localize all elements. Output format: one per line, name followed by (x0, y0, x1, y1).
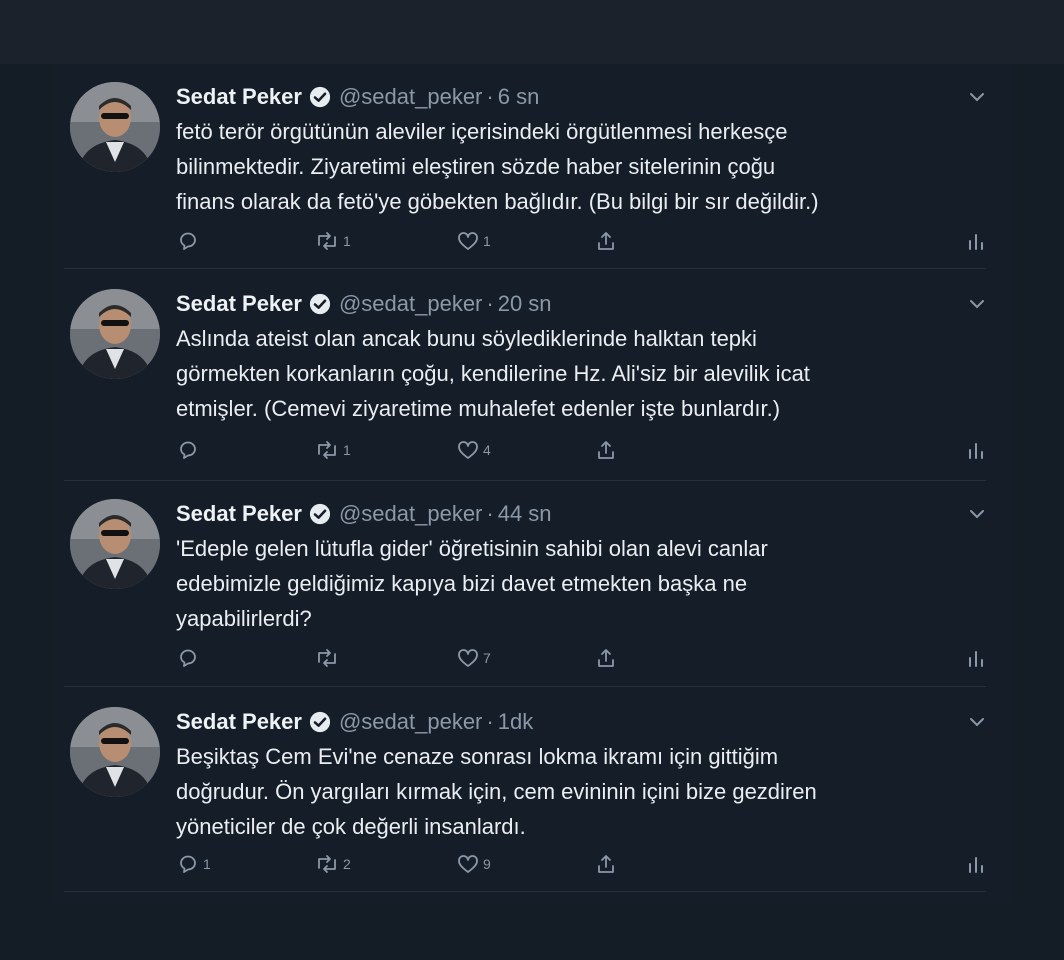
verified-icon (309, 711, 331, 733)
tweet-actions: 1 4 (176, 435, 1006, 465)
heart-icon (458, 441, 478, 459)
tweet-header: Sedat Peker @sedat_peker · 1dk (176, 705, 533, 739)
retweet-count: 1 (343, 233, 351, 249)
analytics-button[interactable] (966, 643, 986, 673)
like-button[interactable]: 1 (456, 226, 491, 256)
like-count: 1 (483, 233, 491, 249)
reply-count: 1 (203, 856, 211, 872)
share-button[interactable] (594, 643, 618, 673)
author-name[interactable]: Sedat Peker (176, 501, 302, 527)
author-name[interactable]: Sedat Peker (176, 709, 302, 735)
share-icon (598, 441, 614, 459)
author-handle[interactable]: @sedat_peker (339, 709, 482, 735)
tweet-actions: 7 (176, 643, 1006, 673)
chevron-down-icon[interactable] (968, 713, 986, 731)
tweet-actions: 1 2 9 (176, 849, 1006, 879)
tweet-time[interactable]: 44 sn (498, 501, 552, 527)
retweet-icon (318, 855, 336, 873)
tweet-time[interactable]: 1dk (498, 709, 533, 735)
like-button[interactable]: 7 (456, 643, 491, 673)
author-name[interactable]: Sedat Peker (176, 291, 302, 317)
top-bar (0, 0, 1064, 64)
share-icon (598, 855, 614, 873)
retweet-button[interactable] (314, 643, 343, 673)
like-button[interactable]: 9 (456, 849, 491, 879)
share-button[interactable] (594, 849, 618, 879)
tweet-text: 'Edeple gelen lütufla gider' öğretisinin… (176, 536, 768, 631)
tweet-time[interactable]: 6 sn (498, 84, 540, 110)
tweet-header: Sedat Peker @sedat_peker · 44 sn (176, 497, 552, 531)
tweet-time[interactable]: 20 sn (498, 291, 552, 317)
tweet[interactable]: Sedat Peker @sedat_peker · 6 sn fetö ter… (54, 64, 1014, 269)
tweet-text: Aslında ateist olan ancak bunu söyledikl… (176, 326, 810, 421)
retweet-icon (318, 441, 336, 459)
reply-icon (180, 441, 196, 459)
avatar[interactable] (70, 82, 160, 172)
verified-icon (309, 293, 331, 315)
analytics-button[interactable] (966, 435, 986, 465)
author-name[interactable]: Sedat Peker (176, 84, 302, 110)
tweet-header: Sedat Peker @sedat_peker · 6 sn (176, 80, 539, 114)
analytics-icon (969, 651, 983, 667)
retweet-icon (318, 649, 336, 667)
reply-button[interactable]: 1 (176, 849, 211, 879)
tweet-actions: 1 1 (176, 226, 1006, 256)
reply-button[interactable] (176, 643, 203, 673)
chevron-down-icon[interactable] (968, 295, 986, 313)
retweet-button[interactable]: 1 (314, 435, 351, 465)
chevron-down-icon[interactable] (968, 88, 986, 106)
analytics-icon (969, 234, 983, 250)
separator: · (486, 501, 494, 526)
divider (64, 268, 986, 269)
retweet-button[interactable]: 2 (314, 849, 351, 879)
like-button[interactable]: 4 (456, 435, 491, 465)
author-handle[interactable]: @sedat_peker (339, 291, 482, 317)
separator: · (486, 291, 494, 316)
reply-icon (180, 232, 196, 250)
analytics-icon (969, 857, 983, 873)
retweet-icon (318, 232, 336, 250)
divider (64, 891, 986, 892)
separator: · (486, 709, 494, 734)
share-icon (598, 232, 614, 250)
tweet-text: fetö terör örgütünün aleviler içerisinde… (176, 119, 819, 214)
heart-icon (458, 232, 478, 250)
retweet-count: 2 (343, 856, 351, 872)
avatar[interactable] (70, 707, 160, 797)
like-count: 4 (483, 442, 491, 458)
verified-icon (309, 503, 331, 525)
avatar[interactable] (70, 289, 160, 379)
analytics-button[interactable] (966, 849, 986, 879)
chevron-down-icon[interactable] (968, 505, 986, 523)
avatar[interactable] (70, 499, 160, 589)
verified-icon (309, 86, 331, 108)
divider (64, 686, 986, 687)
tweet-feed: Sedat Peker @sedat_peker · 6 sn fetö ter… (54, 64, 1014, 904)
tweet[interactable]: Sedat Peker @sedat_peker · 20 sn Aslında… (54, 271, 1014, 481)
heart-icon (458, 649, 478, 667)
reply-icon (180, 649, 196, 667)
reply-button[interactable] (176, 435, 203, 465)
share-button[interactable] (594, 226, 618, 256)
reply-icon (180, 855, 196, 873)
tweet[interactable]: Sedat Peker @sedat_peker · 44 sn 'Edeple… (54, 481, 1014, 687)
share-button[interactable] (594, 435, 618, 465)
heart-icon (458, 855, 478, 873)
like-count: 9 (483, 856, 491, 872)
share-icon (598, 649, 614, 667)
retweet-count: 1 (343, 442, 351, 458)
reply-button[interactable] (176, 226, 203, 256)
analytics-button[interactable] (966, 226, 986, 256)
tweet-text: Beşiktaş Cem Evi'ne cenaze sonrası lokma… (176, 744, 817, 839)
retweet-button[interactable]: 1 (314, 226, 351, 256)
author-handle[interactable]: @sedat_peker (339, 501, 482, 527)
author-handle[interactable]: @sedat_peker (339, 84, 482, 110)
analytics-icon (969, 443, 983, 459)
tweet-header: Sedat Peker @sedat_peker · 20 sn (176, 287, 552, 321)
tweet[interactable]: Sedat Peker @sedat_peker · 1dk Beşiktaş … (54, 689, 1014, 892)
like-count: 7 (483, 650, 491, 666)
separator: · (486, 84, 494, 109)
